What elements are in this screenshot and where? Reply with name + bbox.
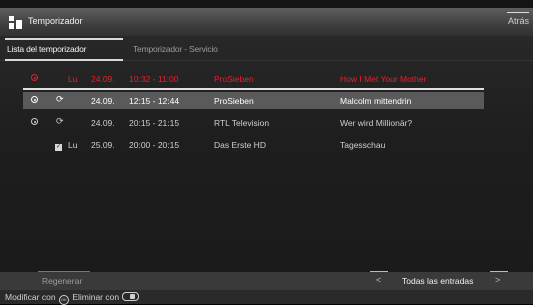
timer-channel: ProSieben xyxy=(214,96,254,106)
back-button[interactable]: Atrás xyxy=(508,16,529,26)
timer-time: 10:32 - 11:00 xyxy=(129,74,179,84)
scheduled-icon xyxy=(31,117,38,127)
timer-app-icon xyxy=(9,16,22,29)
next-filter-button[interactable]: > xyxy=(495,275,500,285)
scheduled-icon xyxy=(31,95,38,105)
timer-row[interactable]: Lu 24.09. 10:32 - 11:00 ProSieben How I … xyxy=(23,70,484,87)
timer-time: 12:15 - 12:44 xyxy=(129,96,180,106)
timer-program: Malcolm mittendrin xyxy=(340,96,412,106)
tab-highlight-top xyxy=(5,38,123,40)
header-bar: Temporizador Atrás xyxy=(0,8,533,36)
next-divider xyxy=(490,271,508,272)
timer-program: Tagesschau xyxy=(340,140,386,150)
regen-divider xyxy=(38,271,90,272)
timer-day: Lu xyxy=(68,140,78,150)
regenerate-button[interactable]: Regenerar xyxy=(42,276,82,286)
bottom-bar: Regenerar < Todas las entradas > xyxy=(0,271,533,290)
timer-program: Wer wird Millionär? xyxy=(340,118,413,128)
repeat-icon: ⟳ xyxy=(56,116,64,126)
timer-time: 20:00 - 20:15 xyxy=(129,140,180,150)
page-title: Temporizador xyxy=(28,16,83,26)
back-divider xyxy=(507,12,529,13)
timer-time: 20:15 - 21:15 xyxy=(129,118,180,128)
timer-screen: Temporizador Atrás Lista del temporizado… xyxy=(0,0,533,305)
timer-row[interactable]: ⟳ 24.09. 20:15 - 21:15 RTL Television We… xyxy=(23,114,484,131)
footer-hint-bar: Modificar con OK Eliminar con xyxy=(0,290,533,305)
timer-date: 24.09. xyxy=(91,118,115,128)
tab-highlight-bottom xyxy=(5,59,123,61)
timer-day: Lu xyxy=(68,74,78,84)
repeat-icon: ⟳ xyxy=(56,94,64,104)
timer-channel: RTL Television xyxy=(214,118,270,128)
timer-row[interactable]: ⟳ 24.09. 12:15 - 12:44 ProSieben Malcolm… xyxy=(23,92,484,109)
footer-hint: Modificar con OK Eliminar con xyxy=(5,292,140,305)
delete-hint-label: Eliminar con xyxy=(72,292,120,302)
timer-row[interactable]: ✓ Lu 25.09. 20:00 - 20:15 Das Erste HD T… xyxy=(23,136,484,153)
prev-divider xyxy=(370,271,388,272)
selection-line xyxy=(23,88,484,90)
timer-date: 25.09. xyxy=(91,140,115,150)
filter-label: Todas las entradas xyxy=(402,276,474,286)
tab-timer-list[interactable]: Lista del temporizador xyxy=(7,44,86,54)
timer-program: How I Met Your Mother xyxy=(340,74,427,84)
prev-filter-button[interactable]: < xyxy=(376,275,381,285)
timer-channel: Das Erste HD xyxy=(214,140,266,150)
timer-date: 24.09. xyxy=(91,96,115,106)
toggle-key-icon xyxy=(122,292,140,301)
tab-timer-service[interactable]: Temporizador - Servicio xyxy=(133,44,218,54)
modify-hint-label: Modificar con xyxy=(5,292,56,302)
timer-date: 24.09. xyxy=(91,74,115,84)
timer-panel: Lista del temporizador Temporizador - Se… xyxy=(0,36,533,290)
timer-channel: ProSieben xyxy=(214,74,254,84)
recording-icon xyxy=(31,73,38,83)
